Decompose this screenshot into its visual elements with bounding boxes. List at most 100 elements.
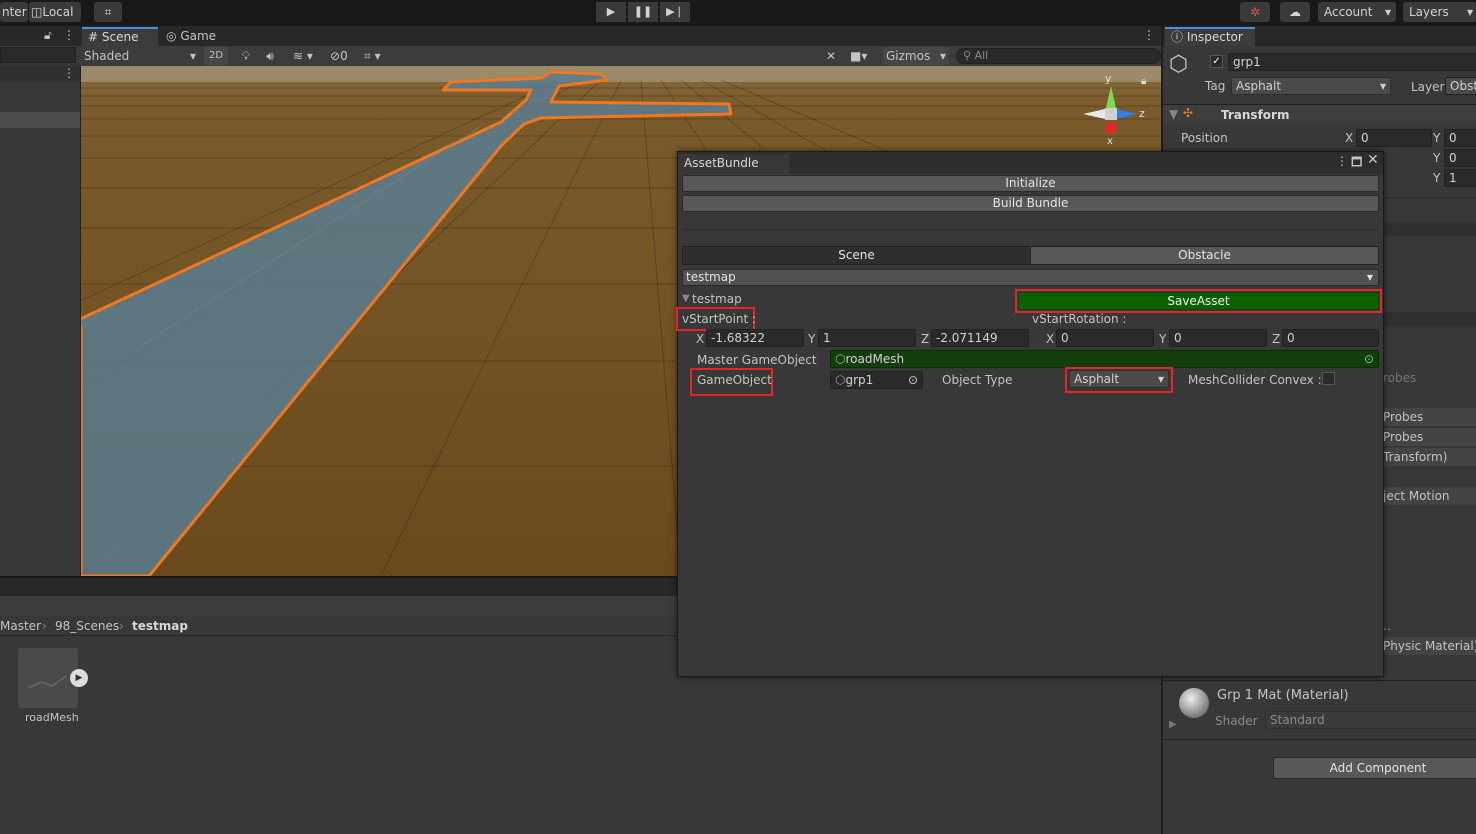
gizmo-neg-x-axis[interactable] [1083, 109, 1105, 119]
tag-dropdown[interactable]: Asphalt ▾ [1231, 77, 1391, 95]
kebab-menu-icon[interactable]: ⋮ [1336, 154, 1348, 168]
gizmo-x-axis[interactable] [1105, 122, 1117, 134]
wrench-icon: ✕ [826, 49, 837, 63]
play-button[interactable]: ▶ [596, 2, 626, 22]
chevron-down-icon: ▾ [189, 49, 196, 63]
camera-dropdown[interactable]: ■▾ [850, 47, 880, 65]
assetbundle-editor-window: AssetBundle Editor ⋮ 🗖︎ ✕ Initialize Bui… [676, 151, 1384, 677]
shader-dropdown[interactable]: Standard [1265, 711, 1476, 729]
audio-toggle[interactable]: 🔊︎ [260, 47, 280, 65]
layers-dropdown[interactable]: Layers ▾ [1403, 2, 1476, 22]
breadcrumb-item[interactable]: 98_Scenes [55, 618, 119, 634]
kebab-menu-icon[interactable]: ⋮ [63, 28, 75, 42]
save-asset-button[interactable]: SaveAsset [1018, 292, 1379, 310]
asset-thumbnail[interactable]: ▶ [18, 648, 88, 708]
mesh-preview [27, 675, 67, 689]
effects-dropdown[interactable]: ≋ ▾ [286, 47, 320, 65]
account-dropdown[interactable]: Account ▾ [1318, 2, 1396, 22]
breadcrumb-item[interactable]: testmap [132, 618, 188, 634]
collab-button[interactable]: ✲ [1240, 2, 1270, 22]
position-x-input[interactable]: 0 [1356, 129, 1432, 147]
gameobject-icon: ⬡ [1169, 52, 1189, 77]
kebab-menu-icon[interactable]: ⋮ [63, 66, 75, 80]
startrotation-x-input[interactable]: 0 [1056, 329, 1154, 347]
window-title-bar: AssetBundle Editor ⋮ 🗖︎ ✕ [678, 152, 1383, 188]
transform-header[interactable]: ▼ ✣ Transform [1163, 104, 1476, 124]
hierarchy-search-input[interactable] [0, 47, 76, 63]
build-bundle-button[interactable]: Build Bundle [682, 195, 1379, 212]
active-checkbox[interactable]: ✓ [1210, 55, 1223, 68]
grid-dropdown[interactable]: ⌗ ▾ [364, 47, 400, 65]
scene-search-input[interactable]: ⚲ All [956, 48, 1161, 64]
gameobject-field[interactable]: ⬡grp1 ⊙ [830, 371, 923, 389]
main-toolbar: nter ◫Local ⌗ ▶ ❚❚ ▶❘ ✲ ☁ Account ▾ Layer… [0, 0, 1476, 26]
layer-dropdown[interactable]: Obsta [1445, 77, 1476, 95]
expand-play-icon[interactable]: ▶ [70, 669, 88, 687]
grid-snap-button[interactable]: ⌗ [94, 2, 122, 22]
add-component-button[interactable]: Add Component [1273, 757, 1476, 779]
draw-mode-dropdown[interactable]: Shaded ▾ [82, 47, 198, 65]
camera-icon: ■▾ [850, 49, 868, 63]
step-button[interactable]: ▶❘ [660, 2, 690, 22]
inspector-row[interactable]: Probes [1381, 428, 1476, 446]
breadcrumb-item[interactable]: Master [0, 618, 41, 634]
lock-icon[interactable]: 🔓︎ [44, 28, 52, 43]
startpoint-x-input[interactable]: -1.68322 [706, 329, 804, 347]
grid-icon: ⌗ ▾ [364, 49, 381, 63]
inspector-row[interactable]: Transform) [1381, 448, 1476, 466]
rotation-y-input[interactable]: 0 [1444, 149, 1476, 167]
tab-obstacle[interactable]: Obstacle [1030, 246, 1379, 265]
startpoint-y-input[interactable]: 1 [818, 329, 916, 347]
object-type-dropdown[interactable]: Asphalt ▾ [1069, 370, 1169, 388]
object-name-input[interactable]: grp1 [1228, 53, 1476, 71]
pivot-center-button[interactable]: nter [0, 2, 28, 22]
chevron-down-icon: ▾ [1379, 79, 1386, 93]
map-dropdown[interactable]: testmap ▾ [682, 269, 1379, 286]
tab-scene[interactable]: # Scene [82, 27, 158, 46]
startrotation-y-input[interactable]: 0 [1169, 329, 1267, 347]
inspector-row[interactable]: Physic Material) [1381, 637, 1476, 655]
pause-icon: ❚❚ [633, 5, 653, 18]
gizmo-center[interactable] [1105, 108, 1117, 120]
lock-icon[interactable]: 🔒︎ [1141, 76, 1146, 87]
pivot-local-button[interactable]: ◫Local [29, 2, 81, 22]
hierarchy-selected-row[interactable] [0, 112, 80, 128]
hierarchy-scene-row[interactable]: ⋮ [0, 66, 80, 82]
testmap-foldout[interactable]: ▼ testmap [682, 290, 802, 308]
scale-y-input[interactable]: 1 [1444, 169, 1476, 187]
object-picker-icon[interactable]: ⊙ [1364, 351, 1374, 367]
foldout-arrow-icon[interactable]: ▶ [1169, 719, 1177, 730]
meshcollider-convex-checkbox[interactable] [1322, 372, 1335, 385]
2d-toggle[interactable]: 2D [204, 47, 228, 65]
meshcollider-convex-label: MeshCollider Convex : [1188, 373, 1322, 387]
inspector-tab-bar: ⓘ Inspector [1163, 26, 1476, 46]
object-picker-icon[interactable]: ⊙ [908, 372, 918, 388]
startpoint-z-input[interactable]: -2.071149 [931, 329, 1029, 347]
inspector-row[interactable]: ject Motion [1381, 487, 1476, 505]
cloud-icon: ☁ [1289, 5, 1301, 19]
window-tab[interactable]: AssetBundle Editor [678, 154, 790, 188]
kebab-menu-icon[interactable]: ⋮ [1143, 28, 1155, 42]
pause-button[interactable]: ❚❚ [628, 2, 658, 22]
divider [1163, 680, 1476, 681]
close-icon[interactable]: ✕ [1367, 152, 1379, 168]
tag-label: Tag [1205, 79, 1226, 93]
orientation-gizmo[interactable]: y z x 🔒︎ [1081, 72, 1151, 152]
tools-button[interactable]: ✕ [826, 47, 846, 65]
tab-game[interactable]: ◎ Game [162, 28, 232, 46]
position-y-input[interactable]: 0 [1444, 129, 1476, 147]
tab-inspector[interactable]: ⓘ Inspector [1165, 27, 1255, 46]
foldout-arrow-icon[interactable]: ▼ [1169, 107, 1178, 121]
hidden-objects-toggle[interactable]: ⊘0 [330, 47, 360, 65]
maximize-icon[interactable]: 🗖︎ [1351, 153, 1362, 174]
cloud-button[interactable]: ☁ [1280, 2, 1310, 22]
lighting-toggle[interactable]: 💡︎ [236, 47, 256, 65]
inspector-row[interactable]: Probes [1381, 408, 1476, 426]
gizmo-y-axis[interactable] [1106, 86, 1116, 108]
initialize-button[interactable]: Initialize [682, 175, 1379, 192]
gizmo-z-axis[interactable] [1117, 109, 1137, 119]
startrotation-z-input[interactable]: 0 [1282, 329, 1379, 347]
master-gameobject-field[interactable]: ⬡roadMesh ⊙ [830, 350, 1379, 368]
gizmos-dropdown[interactable]: Gizmos ▾ [883, 47, 949, 65]
tab-scene[interactable]: Scene [682, 246, 1031, 265]
